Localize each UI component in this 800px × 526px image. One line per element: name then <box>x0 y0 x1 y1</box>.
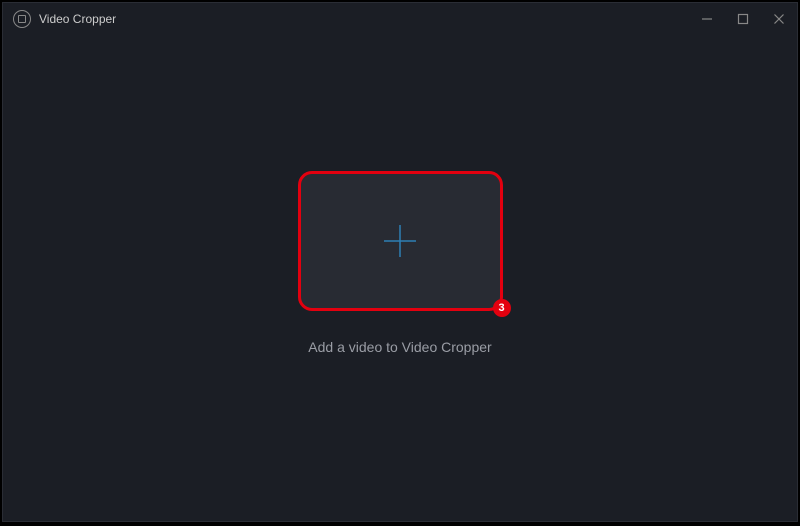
main-content: 3 Add a video to Video Cropper <box>3 35 797 521</box>
window-title: Video Cropper <box>39 12 697 26</box>
close-button[interactable] <box>769 9 789 29</box>
minimize-button[interactable] <box>697 9 717 29</box>
window-controls <box>697 9 789 29</box>
instruction-text: Add a video to Video Cropper <box>308 339 491 355</box>
app-logo-icon <box>13 10 31 28</box>
add-video-dropzone[interactable] <box>298 171 503 311</box>
plus-icon <box>380 221 420 261</box>
app-window: Video Cropper <box>2 2 798 522</box>
maximize-button[interactable] <box>733 9 753 29</box>
titlebar: Video Cropper <box>3 3 797 35</box>
dropzone-wrapper: 3 <box>298 171 503 311</box>
step-badge: 3 <box>493 299 511 317</box>
